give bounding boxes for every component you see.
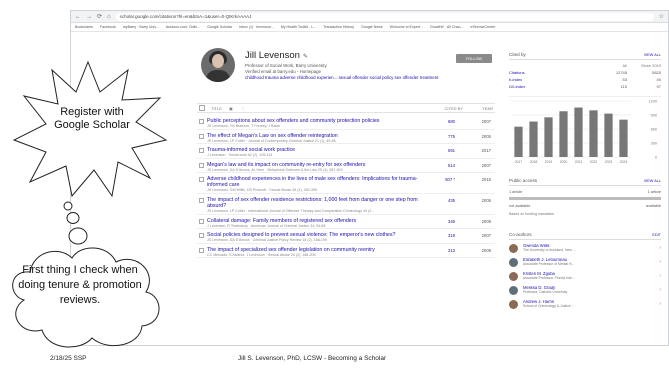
callout-layer	[12, 60, 168, 348]
thought-bubble-small	[63, 201, 73, 211]
footer-date: 2/18/25 SSP	[50, 355, 87, 362]
thought-bubble-large	[68, 227, 88, 245]
register-callout-text: Register with Google Scholar	[54, 106, 130, 131]
slide: ← → ⟳ ⌂ scholar.google.com/citations?hl=…	[0, 0, 669, 378]
thought-bubble-mid	[66, 212, 80, 224]
tenure-callout-text: First thing I check when doing tenure & …	[18, 264, 142, 306]
footer-title: Jill S. Levenson, PhD, LCSW - Becoming a…	[238, 355, 387, 362]
